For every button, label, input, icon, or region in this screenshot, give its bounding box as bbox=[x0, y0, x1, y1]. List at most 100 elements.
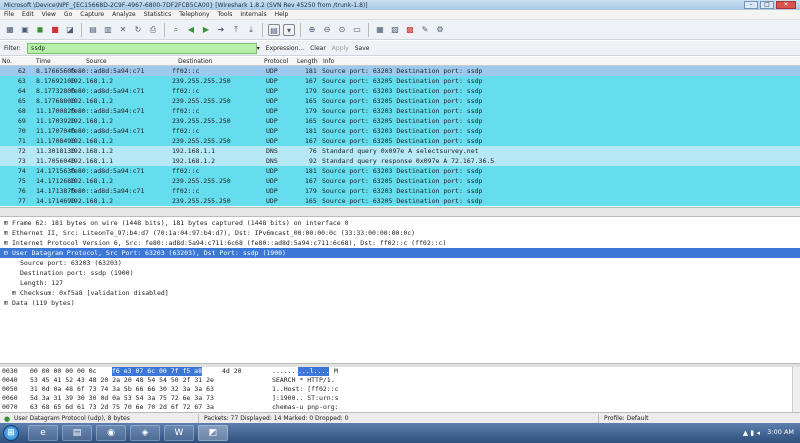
preferences-icon[interactable]: ✎ bbox=[419, 24, 431, 36]
column-info[interactable]: Info bbox=[323, 58, 334, 65]
column-protocol[interactable]: Protocol bbox=[264, 58, 288, 65]
packet-row[interactable]: 74 14.1715630 fe80::ad8d:5a94:c71 ff02::c UD… bbox=[0, 166, 800, 176]
menu-edit[interactable]: Edit bbox=[22, 11, 34, 18]
autoscroll-icon[interactable]: ▾ bbox=[283, 23, 295, 36]
last-icon[interactable]: ⤓ bbox=[245, 24, 257, 36]
collapse-icon[interactable]: ⊟ bbox=[4, 248, 12, 258]
menu-statistics[interactable]: Statistics bbox=[144, 11, 171, 18]
coloring-rules-icon[interactable]: ▩ bbox=[404, 24, 416, 36]
explorer-icon[interactable]: ▤ bbox=[62, 425, 92, 441]
packet-row[interactable]: 77 14.1714690 192.168.1.2 239.255.255.250 UD… bbox=[0, 196, 800, 206]
packet-row[interactable]: 72 11.3018130 192.168.1.2 192.168.1.1 DNS 76 S… bbox=[0, 146, 800, 156]
packet-row[interactable]: 75 14.1712680 192.168.1.2 239.255.255.250 UD… bbox=[0, 176, 800, 186]
detail-ipv6[interactable]: ⊞ Internet Protocol Version 6, Src: fe80:… bbox=[0, 238, 800, 248]
start-button[interactable]: ⊞ bbox=[3, 425, 19, 441]
bytes-row[interactable]: 0060 5d 3a 31 39 30 30 0d 0a 53 54 3a 75… bbox=[0, 394, 800, 403]
packet-row[interactable]: 65 8.17768800 192.168.1.2 239.255.255.250 UD… bbox=[0, 96, 800, 106]
menu-telephony[interactable]: Telephony bbox=[179, 11, 209, 18]
menu-internals[interactable]: Internals bbox=[240, 11, 266, 18]
maximize-button[interactable]: □ bbox=[760, 1, 774, 9]
options-icon[interactable]: ▣ bbox=[19, 24, 31, 36]
detail-udp[interactable]: ⊟ User Datagram Protocol, Src Port: 63203… bbox=[0, 248, 800, 258]
menu-file[interactable]: File bbox=[4, 11, 14, 18]
find-icon[interactable]: ⌕ bbox=[170, 24, 182, 36]
column-destination[interactable]: Destination bbox=[178, 58, 212, 65]
resize-columns-icon[interactable]: ▭ bbox=[351, 24, 363, 36]
wireshark-icon[interactable]: ◩ bbox=[198, 425, 228, 441]
packet-row[interactable]: 73 11.7056040 192.168.1.1 192.168.1.2 DNS 92 S… bbox=[0, 156, 800, 166]
apply-button[interactable]: Apply bbox=[332, 45, 349, 52]
detail-ethernet[interactable]: ⊞ Ethernet II, Src: LiteonTe_97:b4:d7 (70… bbox=[0, 228, 800, 238]
filter-dropdown-icon[interactable]: ▾ bbox=[257, 45, 260, 52]
zoom-in-icon[interactable]: ⊕ bbox=[306, 24, 318, 36]
stop-icon[interactable]: ■ bbox=[49, 24, 61, 36]
packet-row[interactable]: 62 8.17665600 fe80::ad8d:5a94:c71 ff02::c UD… bbox=[0, 66, 800, 76]
chrome-icon[interactable]: ◈ bbox=[130, 425, 160, 441]
bytes-row[interactable]: 0050 31 0d 0a 48 6f 73 74 3a 5b 66 66 30… bbox=[0, 385, 800, 394]
zoom-out-icon[interactable]: ⊖ bbox=[321, 24, 333, 36]
clock[interactable]: 3:00 AM bbox=[767, 428, 794, 436]
menu-analyze[interactable]: Analyze bbox=[112, 11, 136, 18]
detail-length[interactable]: Length: 127 bbox=[0, 278, 800, 288]
display-filters-icon[interactable]: ▧ bbox=[389, 24, 401, 36]
expression-button[interactable]: Expression... bbox=[266, 45, 304, 52]
filter-input[interactable]: ssdp bbox=[26, 42, 257, 54]
back-icon[interactable]: ◀ bbox=[185, 24, 197, 36]
menu-help[interactable]: Help bbox=[275, 11, 289, 18]
interfaces-icon[interactable]: ▦ bbox=[4, 24, 16, 36]
detail-frame[interactable]: ⊞ Frame 62: 181 bytes on wire (1448 bits)… bbox=[0, 218, 800, 228]
pane-splitter[interactable] bbox=[0, 207, 800, 217]
reload-icon[interactable]: ↻ bbox=[132, 24, 144, 36]
zoom-normal-icon[interactable]: ⊙ bbox=[336, 24, 348, 36]
bytes-scrollbar[interactable] bbox=[792, 367, 800, 412]
status-profile[interactable]: Profile: Default bbox=[604, 415, 649, 422]
print-icon[interactable]: ⎙ bbox=[147, 24, 159, 36]
menu-tools[interactable]: Tools bbox=[218, 11, 233, 18]
menu-view[interactable]: View bbox=[42, 11, 56, 18]
expert-info-icon[interactable]: ● bbox=[4, 415, 10, 423]
expand-icon[interactable]: ⊞ bbox=[4, 238, 12, 248]
packet-row[interactable]: 68 11.1700820 fe80::ad8d:5a94:c71 ff02::c UD… bbox=[0, 106, 800, 116]
bytes-row[interactable]: 0030 00 00 00 00 00 0c f6 e3 07 6c 00 7f… bbox=[0, 367, 800, 376]
packet-row[interactable]: 63 8.17692100 192.168.1.2 239.255.255.250 UD… bbox=[0, 76, 800, 86]
capture-filters-icon[interactable]: ▦ bbox=[374, 24, 386, 36]
column-source[interactable]: Source bbox=[86, 58, 107, 65]
clear-button[interactable]: Clear bbox=[310, 45, 326, 52]
restart-icon[interactable]: ◪ bbox=[64, 24, 76, 36]
column-length[interactable]: Length bbox=[297, 58, 318, 65]
expand-icon[interactable]: ⊞ bbox=[4, 228, 12, 238]
ie-icon[interactable]: e bbox=[28, 425, 58, 441]
close-icon[interactable]: ✕ bbox=[117, 24, 129, 36]
open-icon[interactable]: ▤ bbox=[87, 24, 99, 36]
help-icon[interactable]: ⚙ bbox=[434, 24, 446, 36]
packet-row[interactable]: 64 8.17732800 fe80::ad8d:5a94:c71 ff02::c UD… bbox=[0, 86, 800, 96]
minimize-button[interactable]: – bbox=[744, 1, 758, 9]
packet-row[interactable]: 76 14.1713870 fe80::ad8d:5a94:c71 ff02::c UD… bbox=[0, 186, 800, 196]
close-button[interactable]: ✕ bbox=[776, 1, 796, 9]
first-icon[interactable]: ⤒ bbox=[230, 24, 242, 36]
system-tray-icons[interactable]: ▲ ▮ ◂ bbox=[743, 429, 760, 437]
packet-row[interactable]: 69 11.1703920 192.168.1.2 239.255.255.250 UD… bbox=[0, 116, 800, 126]
bytes-row[interactable]: 0040 53 45 41 52 43 48 20 2a 20 48 54 54… bbox=[0, 376, 800, 385]
colorize-icon[interactable]: ▤ bbox=[268, 23, 280, 36]
detail-data[interactable]: ⊞ Data (119 bytes) bbox=[0, 298, 800, 308]
save-icon[interactable]: ▥ bbox=[102, 24, 114, 36]
column-no[interactable]: No. bbox=[2, 58, 12, 65]
start-icon[interactable]: ◼ bbox=[34, 24, 46, 36]
detail-checksum[interactable]: ⊞ Checksum: 0xf5a8 [validation disabled] bbox=[0, 288, 800, 298]
detail-destination-port[interactable]: Destination port: ssdp (1900) bbox=[0, 268, 800, 278]
expand-icon[interactable]: ⊞ bbox=[4, 298, 12, 308]
packet-row[interactable]: 70 11.1707040 fe80::ad8d:5a94:c71 ff02::c UD… bbox=[0, 126, 800, 136]
goto-icon[interactable]: ➜ bbox=[215, 24, 227, 36]
save-filter-button[interactable]: Save bbox=[355, 45, 370, 52]
menu-capture[interactable]: Capture bbox=[80, 11, 104, 18]
bytes-row[interactable]: 0070 63 68 65 6d 61 73 2d 75 70 6e 70 2d… bbox=[0, 403, 800, 412]
word-icon[interactable]: W bbox=[164, 425, 194, 441]
detail-source-port[interactable]: Source port: 63203 (63203) bbox=[0, 258, 800, 268]
forward-icon[interactable]: ▶ bbox=[200, 24, 212, 36]
packet-row[interactable]: 71 11.1708490 192.168.1.2 239.255.255.250 UD… bbox=[0, 136, 800, 146]
media-player-icon[interactable]: ◉ bbox=[96, 425, 126, 441]
expand-icon[interactable]: ⊞ bbox=[4, 218, 12, 228]
column-time[interactable]: Time bbox=[36, 58, 51, 65]
menu-go[interactable]: Go bbox=[64, 11, 72, 18]
